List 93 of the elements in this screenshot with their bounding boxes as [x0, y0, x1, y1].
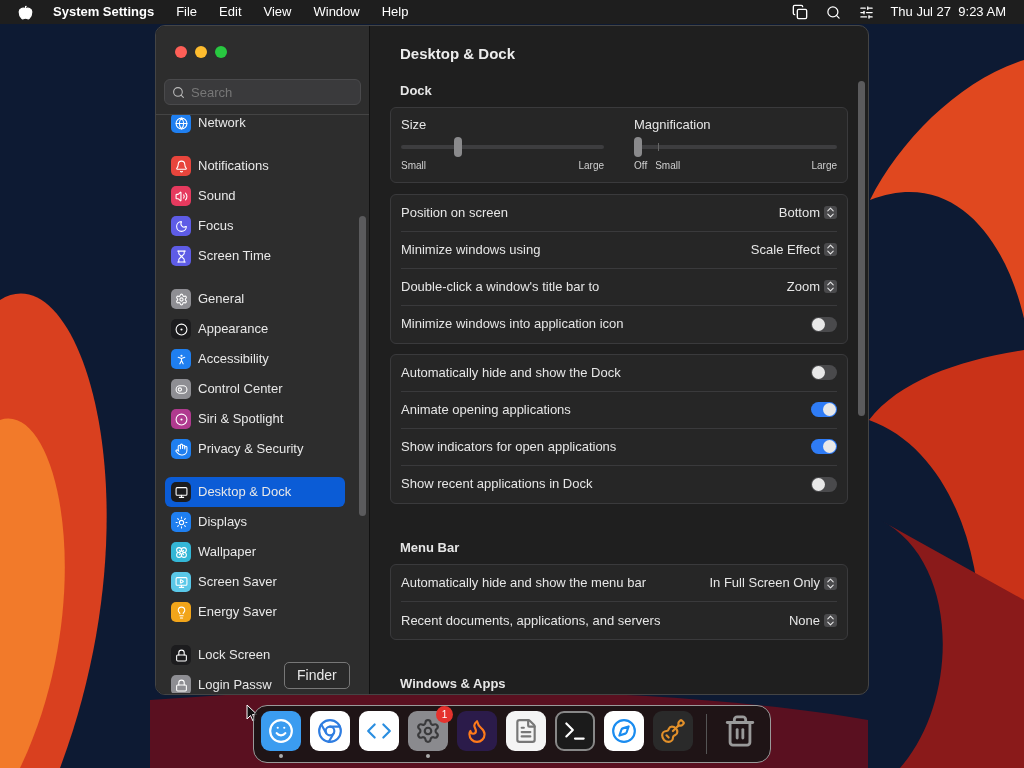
menu-item[interactable]: File — [176, 2, 198, 22]
slider-track[interactable] — [634, 136, 837, 157]
setting-label: Animate opening applications — [401, 400, 571, 419]
toggle-switch[interactable] — [811, 316, 837, 332]
search-icon[interactable] — [826, 4, 842, 20]
sidebar-item[interactable]: Network — [165, 115, 252, 138]
sidebar-item[interactable]: Screen Time — [165, 241, 277, 271]
scrollbar[interactable] — [359, 216, 366, 516]
dock-app-button[interactable] — [310, 710, 350, 751]
section-heading: Windows & Apps — [400, 675, 507, 693]
document-icon — [513, 717, 539, 744]
toggle-switch[interactable] — [811, 365, 837, 380]
slider-max-label: Large — [811, 158, 837, 173]
toggle-switch[interactable] — [811, 402, 837, 417]
dock-app-button[interactable] — [506, 710, 546, 751]
sidebar-item[interactable]: Energy Saver — [165, 597, 283, 627]
browser-icon — [317, 717, 343, 744]
slider-min-label: Small — [655, 158, 681, 173]
stepper-icon — [824, 206, 837, 219]
toggle-switch[interactable] — [811, 476, 837, 492]
sidebar-item[interactable]: Login Passw — [165, 670, 278, 693]
menu-item[interactable]: View — [263, 2, 292, 22]
dock-app-button[interactable] — [555, 710, 595, 751]
setting-label: Position on screen — [401, 203, 508, 222]
dock-app-button[interactable] — [359, 710, 399, 751]
slider-off-label: Off — [634, 158, 648, 173]
setting-label: Minimize windows using — [401, 240, 541, 259]
section-heading: Menu Bar — [400, 538, 461, 557]
sidebar-item[interactable]: Accessibility — [165, 344, 275, 374]
sidebar-item[interactable]: General — [165, 284, 251, 314]
popup-menu[interactable]: In Full Screen Only — [709, 573, 837, 593]
compass-icon — [611, 717, 637, 744]
setting-label: Show recent applications in Dock — [401, 475, 593, 494]
stepper-icon — [824, 280, 837, 293]
toggle-switch[interactable] — [811, 439, 837, 454]
slider-max-label: Large — [578, 158, 604, 173]
slider-thumb[interactable] — [634, 136, 642, 157]
slider-label: Size — [401, 116, 428, 134]
scrollbar[interactable] — [858, 81, 865, 416]
zoom-button[interactable] — [215, 46, 227, 58]
menu-app-name[interactable]: System Settings — [53, 2, 155, 22]
trash-icon — [723, 713, 757, 748]
sidebar-item[interactable]: Screen Saver — [165, 567, 283, 597]
apple-logo-icon[interactable] — [18, 4, 33, 20]
minimize-button[interactable] — [195, 46, 207, 58]
search-icon — [172, 86, 185, 99]
guitar-icon — [660, 717, 686, 744]
sidebar-item[interactable]: Wallpaper — [165, 537, 263, 567]
setting-label: Automatically hide and show the Dock — [401, 363, 621, 382]
sidebar-item[interactable]: Notifications — [165, 151, 275, 181]
dock-app-button[interactable] — [457, 710, 497, 751]
setting-label: Minimize windows into application icon — [401, 315, 624, 334]
notification-badge: 1 — [436, 705, 453, 723]
windows-icon[interactable] — [792, 4, 809, 20]
dock-app-button[interactable] — [261, 710, 301, 751]
setting-label: Show indicators for open applications — [401, 437, 617, 456]
sidebar-item[interactable]: Displays — [165, 507, 254, 537]
stepper-icon — [824, 614, 837, 627]
menu-item[interactable]: Edit — [219, 2, 242, 22]
slider-thumb[interactable] — [453, 136, 462, 157]
control-center-icon[interactable] — [859, 4, 875, 20]
popup-menu[interactable]: Bottom — [778, 202, 837, 223]
slider-min-label: Small — [401, 158, 426, 173]
page-title: Desktop & Dock — [400, 44, 517, 64]
gear-icon — [415, 717, 441, 744]
close-button[interactable] — [175, 46, 187, 58]
dock-app-button[interactable] — [653, 710, 693, 751]
dock-app-button[interactable] — [604, 710, 644, 751]
stepper-icon — [824, 576, 837, 590]
section-heading: Dock — [400, 81, 433, 100]
popup-menu[interactable]: None — [788, 610, 837, 631]
menu-clock[interactable]: Thu Jul 27 9:23 AM — [890, 2, 1006, 22]
sidebar-item[interactable]: Appearance — [165, 314, 275, 344]
tooltip: Finder — [284, 662, 350, 689]
slider-label: Magnification — [634, 116, 712, 134]
menu-item[interactable]: Window — [313, 2, 360, 22]
popup-menu[interactable]: Zoom — [786, 276, 837, 297]
slider-track[interactable] — [401, 136, 604, 157]
sidebar-item[interactable]: Privacy & Security — [165, 434, 310, 464]
search-field[interactable]: Search — [164, 79, 361, 105]
sidebar-item[interactable]: Desktop & Dock — [165, 477, 345, 507]
sidebar-item[interactable]: Lock Screen — [165, 640, 277, 670]
popup-menu[interactable]: Scale Effect — [750, 239, 837, 260]
setting-label: Recent documents, applications, and servers — [401, 611, 661, 630]
sidebar-item[interactable]: Sound — [165, 181, 242, 211]
sidebar-item[interactable]: Control Center — [165, 374, 289, 404]
setting-label: Double-click a window's title bar to — [401, 277, 600, 296]
sidebar-item[interactable]: Focus — [165, 211, 240, 241]
setting-label: Automatically hide and show the menu bar — [401, 574, 646, 593]
smiling-face-icon — [268, 717, 294, 744]
menu-item[interactable]: Help — [381, 2, 409, 22]
sidebar-item[interactable]: Siri & Spotlight — [165, 404, 290, 434]
stepper-icon — [824, 243, 837, 256]
